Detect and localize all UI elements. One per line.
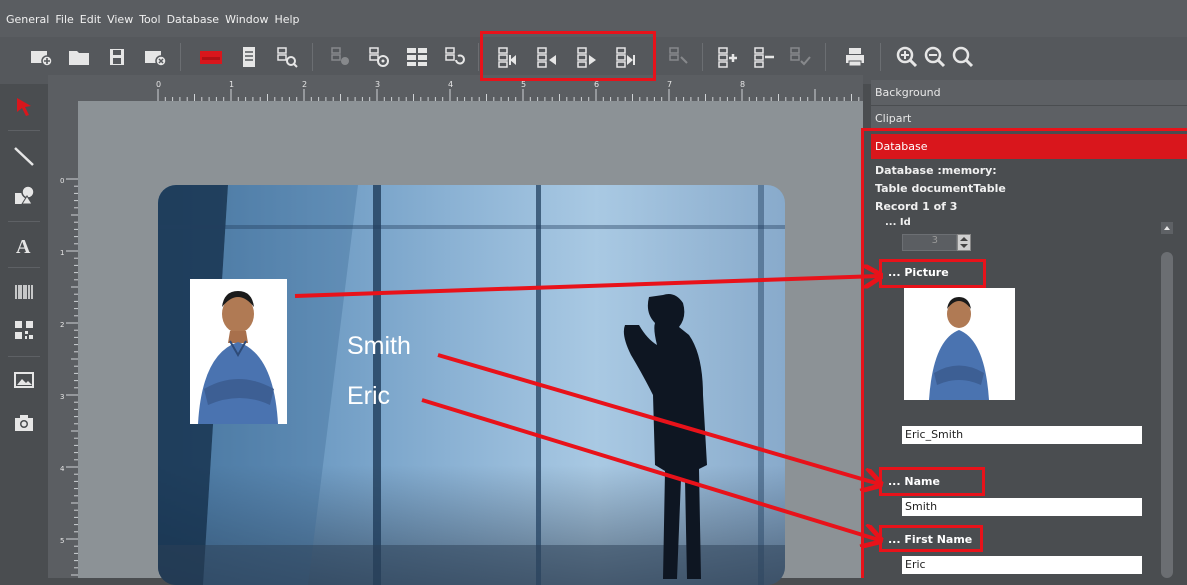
db-remove-icon[interactable]: [752, 45, 776, 69]
ruler-number: 3: [375, 80, 380, 89]
tool-sidebar: A: [0, 84, 47, 578]
line-icon[interactable]: [13, 145, 35, 167]
ruler-number: 2: [302, 80, 307, 89]
database-panel-highlight: [861, 128, 1187, 578]
db-add-icon[interactable]: [716, 45, 740, 69]
zoom-in-icon[interactable]: [895, 45, 919, 69]
navigation-buttons-highlight: [480, 31, 656, 81]
shapes-icon[interactable]: [13, 184, 35, 206]
open-folder-icon[interactable]: [67, 45, 91, 69]
close-document-icon[interactable]: [143, 45, 167, 69]
ruler-number: 1: [229, 80, 234, 89]
menu-window[interactable]: Window: [225, 13, 268, 26]
menu-tool[interactable]: Tool: [139, 13, 160, 26]
new-document-icon[interactable]: [29, 45, 53, 69]
db-icon[interactable]: [329, 45, 353, 69]
name-label-highlight: [879, 467, 985, 496]
vertical-ruler: 0 1 2 3 4 5: [48, 101, 78, 578]
barcode-icon[interactable]: [13, 281, 35, 303]
db-disabled-icon[interactable]: [667, 45, 691, 69]
ruler-number: 5: [521, 80, 526, 89]
card-red-icon[interactable]: [199, 45, 223, 69]
background-section-header[interactable]: Background: [871, 80, 1187, 105]
ruler-number: 4: [60, 465, 65, 473]
menu-database[interactable]: Database: [167, 13, 220, 26]
ruler-number: 0: [156, 80, 161, 89]
page-icon[interactable]: [237, 45, 261, 69]
svg-text:A: A: [16, 236, 31, 256]
menu-general[interactable]: General: [6, 13, 49, 26]
ruler-number: 2: [60, 321, 64, 329]
ruler-number: 8: [740, 80, 745, 89]
card-firstname-text[interactable]: Eric: [347, 382, 390, 411]
save-icon[interactable]: [105, 45, 129, 69]
card-portrait-picture[interactable]: [190, 279, 287, 424]
menu-view[interactable]: View: [107, 13, 133, 26]
ruler-number: 7: [667, 80, 672, 89]
select-arrow-icon[interactable]: [13, 96, 35, 118]
db-settings-icon[interactable]: [367, 45, 391, 69]
firstname-label-highlight: [879, 525, 983, 552]
menu-help[interactable]: Help: [274, 13, 299, 26]
zoom-out-icon[interactable]: [923, 45, 947, 69]
card-surname-text[interactable]: Smith: [347, 332, 411, 361]
preview-icon[interactable]: [275, 45, 299, 69]
ruler-number: 0: [60, 177, 64, 185]
qrcode-icon[interactable]: [13, 319, 35, 341]
menu-edit[interactable]: Edit: [80, 13, 101, 26]
ruler-number: 1: [60, 249, 64, 257]
text-icon[interactable]: A: [13, 234, 35, 258]
ruler-number: 4: [448, 80, 453, 89]
image-icon[interactable]: [13, 369, 35, 391]
ruler-number: 6: [594, 80, 599, 89]
horizontal-ruler: 0 1 2 3 4 5 6 7 8: [48, 75, 863, 102]
ruler-number: 5: [60, 537, 64, 545]
camera-icon[interactable]: [13, 412, 35, 434]
picture-label-highlight: [879, 259, 986, 288]
db-refresh-icon[interactable]: [443, 45, 467, 69]
db-check-icon[interactable]: [788, 45, 812, 69]
print-icon[interactable]: [843, 45, 867, 69]
db-grid-icon[interactable]: [405, 45, 429, 69]
menu-file[interactable]: File: [55, 13, 73, 26]
zoom-fit-icon[interactable]: [951, 45, 975, 69]
ruler-number: 3: [60, 393, 64, 401]
